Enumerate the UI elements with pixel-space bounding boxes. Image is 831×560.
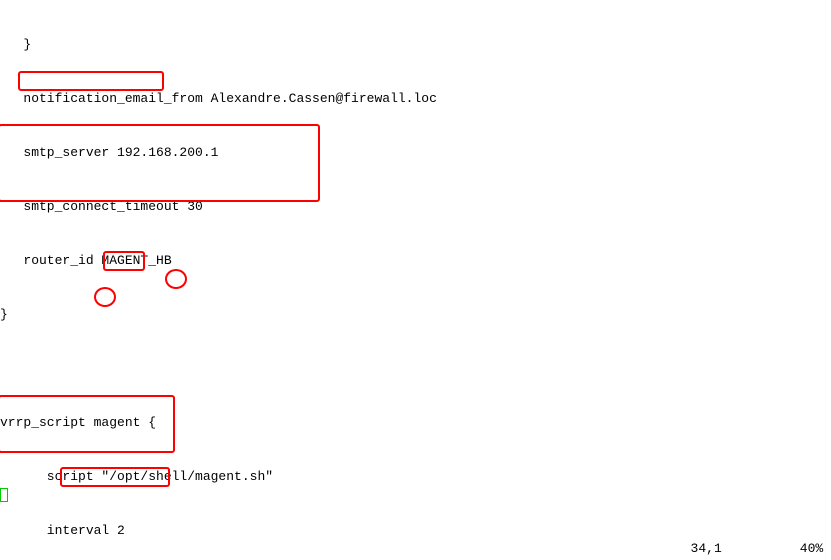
code-line: script "/opt/shell/magent.sh" bbox=[0, 468, 437, 486]
cursor-position: 34,1 bbox=[691, 541, 722, 556]
code-line: router_id MAGENT_HB bbox=[0, 252, 437, 270]
cursor-icon bbox=[0, 488, 8, 502]
scroll-percent: 40% bbox=[800, 541, 823, 556]
status-bar: 34,1 40% bbox=[691, 540, 831, 558]
config-text[interactable]: } notification_email_from Alexandre.Cass… bbox=[0, 0, 437, 560]
code-line: } bbox=[0, 36, 437, 54]
code-line: smtp_server 192.168.200.1 bbox=[0, 144, 437, 162]
code-line: interval 2 bbox=[0, 522, 437, 540]
code-line: notification_email_from Alexandre.Cassen… bbox=[0, 90, 437, 108]
code-line: } bbox=[0, 306, 437, 324]
code-line: smtp_connect_timeout 30 bbox=[0, 198, 437, 216]
code-line: vrrp_script magent { bbox=[0, 414, 437, 432]
code-line bbox=[0, 360, 437, 378]
